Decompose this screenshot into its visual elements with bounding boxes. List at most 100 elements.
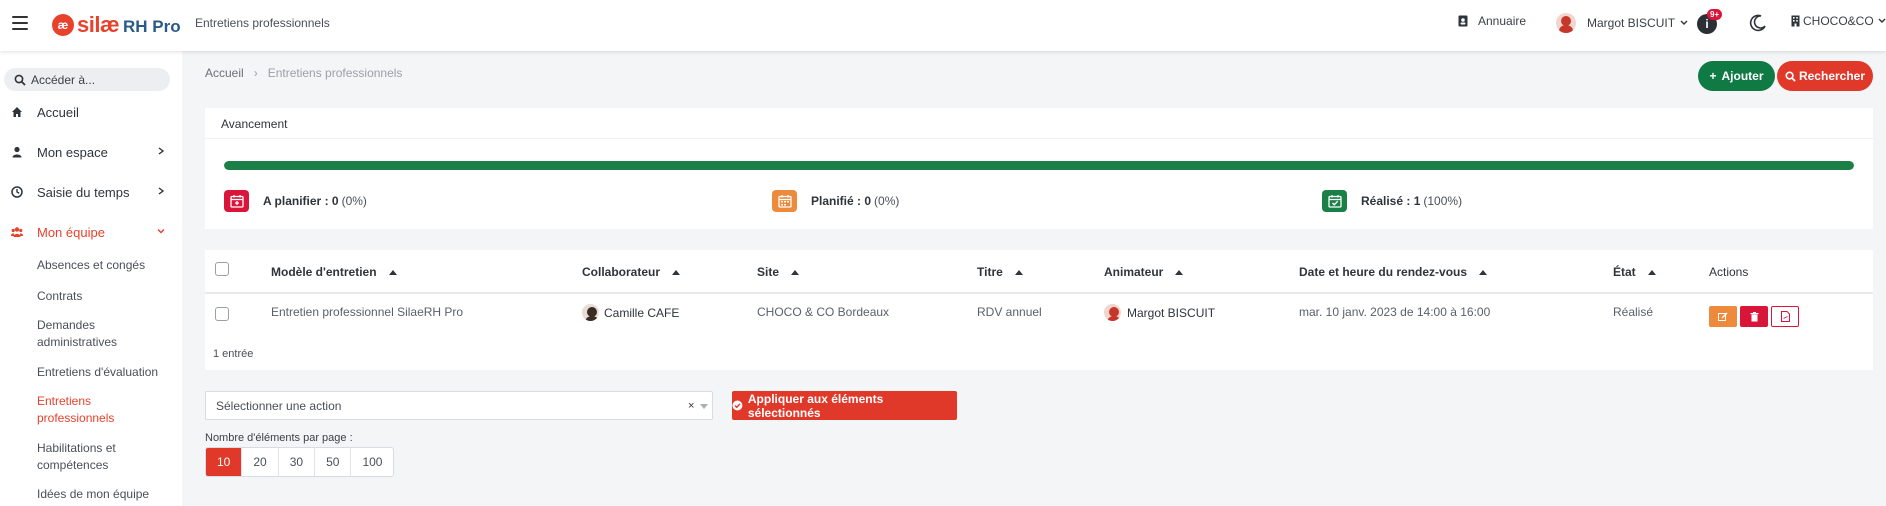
sort-asc-icon [1175,269,1184,275]
column-header-label: Animateur [1104,265,1164,279]
home-icon [12,107,22,117]
sidebar-item-mon-equipe[interactable]: Mon équipe [0,218,182,246]
file-pdf-icon [1780,311,1790,322]
apply-bulk-action-button[interactable]: Appliquer aux éléments sélectionnés [732,391,957,420]
stat-planned: Planifié : 0 (0%) [772,190,899,212]
logo[interactable]: æ silæ RH Pro [52,10,181,40]
clear-icon[interactable]: × [688,400,694,412]
directory-label: Annuaire [1478,14,1527,28]
breadcrumb-home[interactable]: Accueil [205,66,244,80]
sort-asc-icon [1479,269,1488,275]
pdf-button[interactable] [1771,306,1799,327]
chevron-right-icon [158,147,165,155]
sidebar-search[interactable]: Accéder à... [4,68,170,91]
directory-link[interactable]: Annuaire [1458,14,1526,28]
column-header-label: Titre [977,265,1003,279]
per-page-option[interactable]: 50 [315,448,352,476]
menu-icon[interactable] [12,16,28,30]
apply-button-label: Appliquer aux éléments sélectionnés [747,391,884,420]
stat-percent: (0%) [341,194,367,208]
sidebar-item-mon-espace[interactable]: Mon espace [0,138,182,166]
sidebar-search-placeholder: Accéder à... [31,72,96,87]
company-switcher[interactable]: CHOCO&CO [1791,14,1886,28]
column-header-model[interactable]: Modèle d'entretien [271,265,397,279]
company-name: CHOCO&CO [1803,14,1874,28]
column-header-label: Date et heure du rendez-vous [1299,265,1468,279]
sidebar-subitem-demandes[interactable]: Demandes administratives [37,317,137,351]
sort-asc-icon [1647,269,1656,275]
logo-silae: silæ [77,12,120,37]
per-page-option[interactable]: 20 [242,448,279,476]
sidebar-item-label: Saisie du temps [37,184,130,200]
column-header-state[interactable]: État [1613,265,1656,279]
sidebar-subitem-habilitations[interactable]: Habilitations et compétences [37,440,147,474]
cell-state: Réalisé [1613,305,1654,319]
per-page-option[interactable]: 10 [206,448,243,476]
collaborator-avatar [582,304,599,321]
per-page-label: Nombre d'éléments par page : [205,432,353,444]
chevron-down-icon [1878,18,1886,23]
collaborator-name: Camille CAFE [604,305,680,320]
bulk-action-select[interactable]: Sélectionner une action × [205,391,713,420]
sidebar-subitem-entretiens-professionnels[interactable]: Entretiens professionnels [37,393,137,427]
stat-count: 0 [864,194,872,208]
users-icon [11,227,23,237]
breadcrumb: Accueil › Entretiens professionnels [205,66,402,80]
notification-badge: 9+ [1707,9,1723,20]
calendar-check-icon [1322,190,1347,212]
column-header-title[interactable]: Titre [977,265,1023,279]
cell-site: CHOCO & CO Bordeaux [757,305,890,319]
divider [205,138,1873,139]
column-header-actions: Actions [1709,265,1748,279]
edit-button[interactable] [1709,306,1737,327]
sidebar-item-label: Mon espace [37,144,108,160]
delete-button[interactable] [1740,306,1768,327]
sort-asc-icon [1014,269,1023,275]
sidebar-item-saisie-du-temps[interactable]: Saisie du temps [0,178,182,206]
chevron-down-icon [1680,20,1688,25]
chevron-right-icon [158,187,165,195]
sidebar-subitem-absences[interactable]: Absences et congés [37,257,177,274]
sidebar-item-label: Mon équipe [37,224,105,240]
column-header-label: Site [757,265,780,279]
chevron-down-icon [157,229,165,234]
column-header-animator[interactable]: Animateur [1104,265,1184,279]
trash-icon [1750,311,1758,321]
per-page-selector: 10 20 30 50 100 [205,447,395,477]
bulk-action-placeholder: Sélectionner une action [216,398,342,413]
stat-done: Réalisé : 1 (100%) [1322,190,1462,212]
add-button-label: Ajouter [1721,69,1764,83]
sort-asc-icon [791,269,800,275]
column-header-datetime[interactable]: Date et heure du rendez-vous [1299,265,1488,279]
progress-bar [224,161,1854,170]
sidebar-subitem-entretiens-evaluation[interactable]: Entretiens d'évaluation [37,364,177,381]
column-header-label: Modèle d'entretien [271,265,377,279]
row-checkbox[interactable] [215,307,229,321]
user-menu[interactable]: Margot BISCUIT [1556,13,1688,33]
search-button[interactable]: Rechercher [1777,61,1873,91]
dark-mode-icon[interactable] [1748,13,1768,33]
entries-count: 1 entrée [213,348,254,360]
sidebar-subitem-contrats[interactable]: Contrats [37,288,177,305]
progress-card: Avancement A planifier : 0 (0%) Planifié… [205,108,1873,229]
cell-collaborator[interactable]: Camille CAFE [582,304,679,321]
cell-title: RDV annuel [977,305,1042,319]
search-icon [14,74,26,86]
column-header-site[interactable]: Site [757,265,800,279]
per-page-option[interactable]: 100 [351,448,393,476]
sort-asc-icon [388,269,397,275]
sidebar-subitem-idees[interactable]: Idées de mon équipe [37,486,177,503]
top-bar: æ silæ RH Pro Entretiens professionnels … [0,0,1886,51]
per-page-option[interactable]: 30 [279,448,316,476]
animator-avatar [1104,304,1121,321]
cell-animator[interactable]: Margot BISCUIT [1104,304,1215,321]
cell-model[interactable]: Entretien professionnel SilaeRH Pro [271,305,463,319]
sidebar-item-accueil[interactable]: Accueil [0,98,182,126]
calendar-icon [772,190,797,212]
column-header-collaborator[interactable]: Collaborateur [582,265,681,279]
select-all-checkbox[interactable] [215,262,229,276]
add-button[interactable]: + Ajouter [1698,61,1775,91]
chevron-down-icon [700,404,708,409]
animator-name: Margot BISCUIT [1127,305,1216,320]
column-header-label: État [1613,265,1636,279]
